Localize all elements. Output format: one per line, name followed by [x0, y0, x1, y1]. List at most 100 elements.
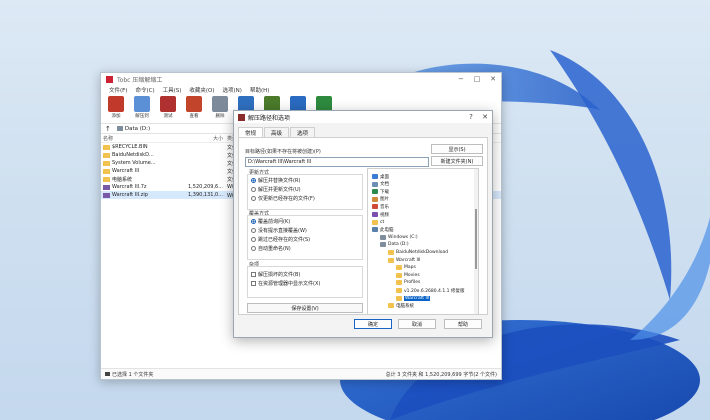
- new-folder-button[interactable]: 新建文件夹(N): [431, 156, 483, 166]
- tree-item-label: 桌面: [380, 174, 389, 180]
- maximize-button[interactable]: □: [469, 73, 485, 85]
- tree-item-label: Maps: [404, 265, 416, 271]
- column-size[interactable]: 大小: [183, 135, 227, 142]
- tree-item[interactable]: 图片: [372, 196, 389, 203]
- checkbox-option[interactable]: 在资源管理器中显示文件(X): [251, 280, 320, 287]
- menu-favorites[interactable]: 收藏夹(O): [185, 86, 218, 94]
- tree-item-label: Movies: [404, 272, 420, 278]
- dialog-help-icon[interactable]: ?: [464, 113, 478, 121]
- file-name: Warcraft III: [112, 168, 140, 174]
- tree-item[interactable]: 下载: [372, 188, 389, 195]
- tree-scrollbar[interactable]: [474, 169, 478, 314]
- tree-item[interactable]: BaiduNetdiskDownload: [388, 249, 448, 256]
- radio-option[interactable]: 自动重命名(N): [251, 245, 291, 252]
- menu-commands[interactable]: 命令(C): [131, 86, 158, 94]
- option-label: 没有提示直接覆盖(W): [258, 228, 307, 234]
- radio-icon[interactable]: [251, 219, 256, 224]
- dialog-buttons: 确定 取消 帮助: [234, 317, 492, 331]
- tree-item[interactable]: Data (D:): [380, 241, 409, 248]
- toolbar-button-0[interactable]: 添加: [103, 95, 129, 123]
- tree-item[interactable]: 音乐: [372, 203, 389, 210]
- minimize-button[interactable]: −: [453, 73, 469, 85]
- radio-icon[interactable]: [251, 228, 256, 233]
- file-name: Warcraft III.7z: [112, 184, 147, 190]
- checkbox-icon[interactable]: [251, 272, 256, 277]
- option-label: 解压损坏的文件(B): [258, 272, 301, 278]
- folder-icon: [103, 176, 110, 182]
- tree-item[interactable]: ct: [372, 219, 384, 226]
- tree-item[interactable]: 文档: [372, 181, 389, 188]
- folder-icon: [396, 272, 402, 278]
- radio-icon[interactable]: [251, 196, 256, 201]
- tree-item[interactable]: 视频: [372, 211, 389, 218]
- toolbar-button-1[interactable]: 解压到: [129, 95, 155, 123]
- option-label: 覆盖前询问(K): [258, 219, 291, 225]
- toolbar-button-2[interactable]: 测试: [155, 95, 181, 123]
- radio-option[interactable]: 解压并替换文件(R): [251, 177, 300, 184]
- folder-icon: [103, 144, 110, 150]
- option-label: 解压并更新文件(U): [258, 187, 301, 193]
- dialog-app-icon: [238, 113, 245, 121]
- tree-item-label: 音乐: [380, 204, 389, 210]
- radio-icon[interactable]: [251, 237, 256, 242]
- help-button[interactable]: 帮助: [444, 319, 482, 329]
- extract-dialog: 解压路径和选项 ? ✕ 常规 高级 选项 目标路径(如果不存在将被创建)(P) …: [233, 110, 493, 338]
- tree-item-label: Warcraft III: [404, 295, 431, 301]
- up-arrow-icon[interactable]: ↑: [105, 125, 111, 133]
- folder-tree[interactable]: 桌面文档 下载 图片 音乐 视频 ct 此电脑 Windows (C:) Data (D:) Ba…: [367, 168, 479, 315]
- menu-tools[interactable]: 工具(S): [159, 86, 186, 94]
- tree-item-label: 电脑系统: [396, 303, 414, 309]
- delete-icon: [212, 96, 228, 112]
- show-button[interactable]: 显示(S): [431, 144, 483, 154]
- target-path-label: 目标路径(如果不存在将被创建)(P): [245, 149, 321, 155]
- tree-item[interactable]: 电脑系统: [388, 302, 414, 309]
- close-button[interactable]: ✕: [485, 73, 501, 85]
- tree-item[interactable]: Movies: [396, 272, 420, 279]
- file-name: $RECYCLE.BIN: [112, 144, 148, 150]
- folder-icon: [388, 250, 394, 255]
- music-icon: [372, 204, 378, 210]
- tree-item[interactable]: v1.20e.6.2680.4.1.1 修复版: [396, 287, 464, 294]
- view-icon: [186, 96, 202, 112]
- tree-item[interactable]: Maps: [396, 264, 416, 271]
- radio-icon[interactable]: [251, 246, 256, 251]
- target-path-input[interactable]: D:\Warcraft III\Warcraft III: [245, 157, 429, 167]
- folder-icon: [388, 257, 394, 263]
- radio-option[interactable]: 没有提示直接覆盖(W): [251, 227, 307, 234]
- radio-option[interactable]: 覆盖前询问(K): [251, 218, 290, 225]
- radio-icon[interactable]: [251, 187, 256, 192]
- radio-option[interactable]: 仅更新已经存在的文件(F): [251, 195, 315, 202]
- toolbar-button-4[interactable]: 删除: [207, 95, 233, 123]
- toolbar-button-3[interactable]: 查看: [181, 95, 207, 123]
- dialog-close-button[interactable]: ✕: [478, 113, 492, 121]
- save-settings-button[interactable]: 保存设置(V): [247, 303, 363, 313]
- folder-icon: [103, 168, 110, 174]
- radio-icon[interactable]: [251, 178, 256, 183]
- tree-scroll-thumb[interactable]: [475, 209, 477, 269]
- tree-item-label: ct: [380, 219, 385, 225]
- menu-help[interactable]: 帮助(H): [246, 86, 273, 94]
- tree-item-label: 文档: [380, 182, 389, 188]
- drive-icon: [116, 126, 123, 131]
- radio-option[interactable]: 跳过已经存在的文件(S): [251, 236, 310, 243]
- tree-item[interactable]: Warcraft III: [396, 295, 431, 302]
- checkbox-option[interactable]: 解压损坏的文件(B): [251, 271, 300, 278]
- checkbox-icon[interactable]: [251, 281, 256, 286]
- toolbar-label: 删除: [215, 114, 225, 119]
- tree-item[interactable]: 此电脑: [372, 226, 394, 233]
- tree-item[interactable]: Warcraft III: [388, 257, 420, 264]
- tree-item[interactable]: Windows (C:): [380, 234, 418, 241]
- tree-item[interactable]: 桌面: [372, 173, 389, 180]
- address-path: Data (D:): [124, 125, 151, 132]
- menu-options[interactable]: 选项(N): [219, 86, 246, 94]
- tree-item[interactable]: Profiles: [396, 279, 420, 286]
- status-left-text: 已选择 1 个文件夹: [112, 371, 154, 378]
- cancel-button[interactable]: 取消: [398, 319, 436, 329]
- desktop-icon: [372, 174, 378, 179]
- radio-option[interactable]: 解压并更新文件(U): [251, 186, 301, 193]
- column-name[interactable]: 名称: [101, 135, 183, 142]
- status-bar: 已选择 1 个文件夹 总计 3 文件夹 和 1,520,209,699 字节(2…: [101, 368, 501, 379]
- file-size: 1,390,131,0...: [188, 192, 223, 198]
- ok-button[interactable]: 确定: [354, 319, 392, 329]
- menu-file[interactable]: 文件(F): [105, 86, 131, 94]
